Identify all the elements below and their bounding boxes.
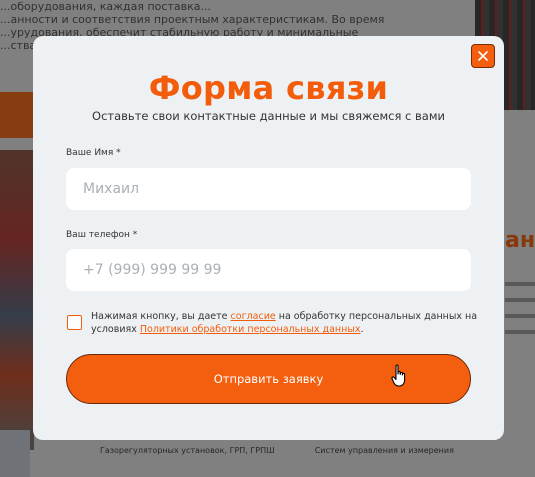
consent-text-part: Нажимая кнопку, вы даете bbox=[91, 311, 231, 322]
name-label: Ваше Имя * bbox=[66, 148, 121, 158]
phone-label: Ваш телефон * bbox=[66, 230, 138, 240]
contact-form-modal: Форма связи Оставьте свои контактные дан… bbox=[33, 36, 504, 440]
hand-cursor-icon bbox=[391, 364, 406, 387]
name-input[interactable] bbox=[66, 168, 471, 210]
submit-button-label: Отправить заявку bbox=[213, 372, 324, 386]
consent-text-part: . bbox=[360, 324, 364, 335]
phone-input[interactable] bbox=[66, 249, 471, 291]
consent-text: Нажимая кнопку, вы даете согласие на обр… bbox=[91, 310, 481, 336]
privacy-policy-link[interactable]: Политики обработки персональных данных bbox=[140, 324, 361, 335]
submit-button[interactable]: Отправить заявку bbox=[66, 354, 471, 404]
close-icon bbox=[478, 51, 488, 61]
consent-checkbox[interactable] bbox=[67, 315, 82, 330]
modal-title: Форма связи bbox=[148, 69, 389, 107]
modal-subtitle: Оставьте свои контактные данные и мы свя… bbox=[92, 109, 445, 123]
close-button[interactable] bbox=[471, 44, 495, 68]
consent-link[interactable]: согласие bbox=[231, 311, 276, 322]
